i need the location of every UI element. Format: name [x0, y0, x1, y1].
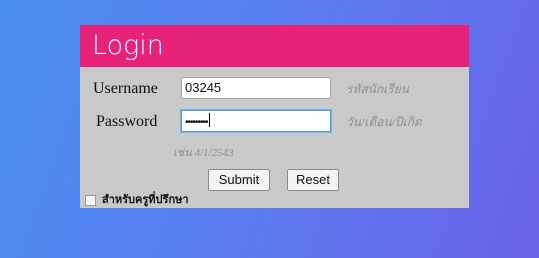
- submit-button[interactable]: Submit: [208, 169, 270, 191]
- reset-button[interactable]: Reset: [287, 169, 339, 191]
- username-value: 03245: [185, 80, 222, 95]
- username-input[interactable]: 03245: [181, 77, 331, 99]
- advisor-checkbox-label: สำหรับครูที่ปรึกษา: [102, 193, 189, 206]
- password-label: Password: [96, 113, 158, 130]
- login-panel: Login Username 03245 รหัสนักเรียน Passwo…: [80, 25, 469, 208]
- username-row: Username 03245 รหัสนักเรียน: [80, 77, 469, 101]
- advisor-checkbox[interactable]: [85, 195, 96, 206]
- password-input[interactable]: •••••••••: [181, 110, 331, 132]
- password-example-hint: เช่น 4/1/2543: [173, 147, 234, 159]
- text-cursor: [208, 113, 210, 127]
- password-row: Password ••••••••• วัน/เดือน/ปีเกิด: [80, 110, 469, 134]
- password-hint: วัน/เดือน/ปีเกิด: [346, 115, 422, 129]
- username-hint: รหัสนักเรียน: [346, 82, 409, 96]
- login-title: Login: [80, 25, 469, 67]
- password-masked-value: •••••••••: [185, 117, 208, 128]
- username-label: Username: [93, 80, 158, 97]
